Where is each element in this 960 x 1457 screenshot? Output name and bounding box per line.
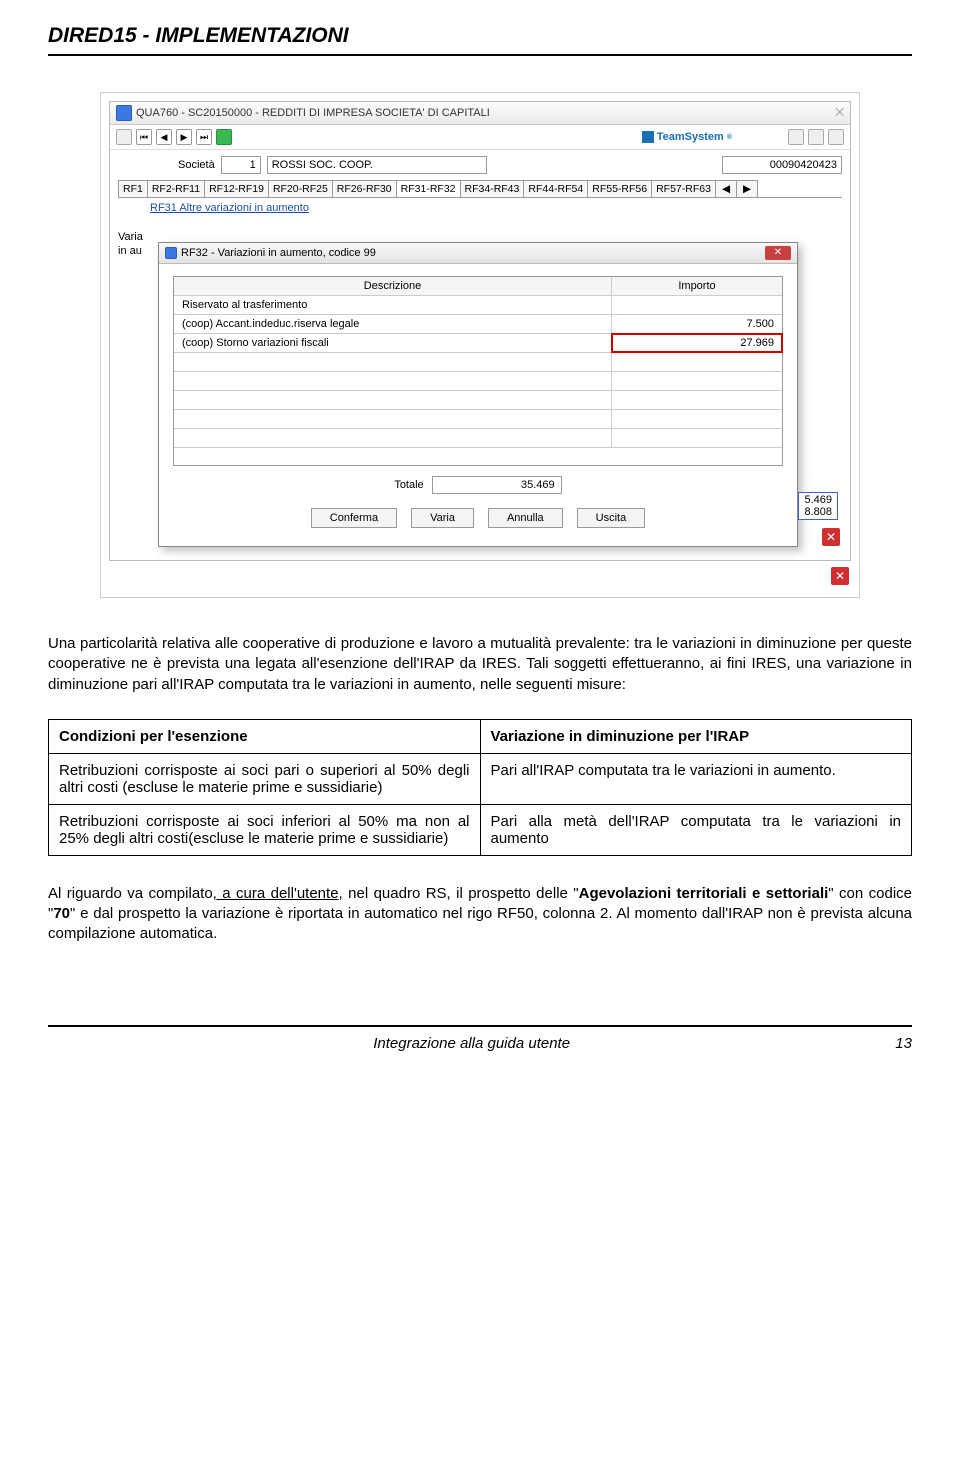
footer-right: 13	[895, 1035, 912, 1052]
page-title: DIRED15 - IMPLEMENTAZIONI	[48, 24, 912, 48]
tab-scroll-left[interactable]: ◀	[715, 180, 737, 197]
cell-desc-2: (coop) Storno variazioni fiscali	[174, 334, 612, 352]
conditions-table: Condizioni per l'esenzione Variazione in…	[48, 719, 912, 856]
tab-rf55-rf56[interactable]: RF55-RF56	[587, 180, 652, 197]
cell-r2c1: Retribuzioni corrisposte ai soci inferio…	[49, 804, 481, 855]
grid-row-1[interactable]: (coop) Accant.indeduc.riserva legale 7.5…	[174, 315, 782, 334]
help-icon[interactable]	[216, 129, 232, 145]
societa-fisc-field[interactable]	[722, 156, 842, 174]
dialog-titlebar: RF32 - Variazioni in aumento, codice 99 …	[159, 243, 797, 264]
rule-top	[48, 54, 912, 56]
societa-label: Società	[178, 159, 215, 171]
tab-scroll-right[interactable]: ▶	[736, 180, 758, 197]
tab-bar: RF1 RF2-RF11 RF12-RF19 RF20-RF25 RF26-RF…	[118, 180, 842, 198]
dialog-rf32: RF32 - Variazioni in aumento, codice 99 …	[158, 242, 798, 547]
inner-close-icon[interactable]: ✕	[822, 528, 840, 546]
societa-num-field[interactable]	[221, 156, 261, 174]
nav-last-icon[interactable]: ⏭	[196, 129, 212, 145]
tab-rf44-rf54[interactable]: RF44-RF54	[523, 180, 588, 197]
grid-header: Descrizione Importo	[174, 277, 782, 296]
dialog-icon	[165, 247, 177, 259]
grid-row-empty-4[interactable]	[174, 410, 782, 429]
main-body: Società RF1 RF2-RF11 RF12-RF19 RF20-RF25…	[110, 150, 850, 226]
toolbar-icon-r3[interactable]	[828, 129, 844, 145]
uscita-button[interactable]: Uscita	[577, 508, 646, 528]
dialog-button-row: Conferma Varia Annulla Uscita	[173, 508, 783, 528]
grid: Descrizione Importo Riservato al trasfer…	[173, 276, 783, 466]
tab-rf34-rf43[interactable]: RF34-RF43	[460, 180, 525, 197]
grid-row-empty-1[interactable]	[174, 353, 782, 372]
cell-val-1: 7.500	[612, 315, 782, 333]
tab-rf57-rf63[interactable]: RF57-RF63	[651, 180, 716, 197]
col-descrizione: Descrizione	[174, 277, 612, 295]
page-footer: Integrazione alla guida utente 13	[48, 1027, 912, 1070]
nav-prev-icon[interactable]: ◀	[156, 129, 172, 145]
toolbar-icon-r2[interactable]	[808, 129, 824, 145]
tab-rf26-rf30[interactable]: RF26-RF30	[332, 180, 397, 197]
screenshot-frame: QUA760 - SC20150000 - REDDITI DI IMPRESA…	[100, 92, 860, 598]
total-label: Totale	[394, 479, 423, 491]
subrow-rf31: RF31 Altre variazioni in aumento	[118, 198, 842, 216]
varia-button[interactable]: Varia	[411, 508, 474, 528]
main-title-text: QUA760 - SC20150000 - REDDITI DI IMPRESA…	[136, 107, 490, 119]
total-row: Totale	[173, 476, 783, 494]
grid-row-empty-5[interactable]	[174, 429, 782, 448]
col-importo: Importo	[612, 277, 782, 295]
grid-row-empty-2[interactable]	[174, 372, 782, 391]
societa-row: Società	[118, 156, 842, 174]
corner-values-box: 5.469 8.808	[798, 492, 838, 520]
toolbar-icon-1[interactable]	[116, 129, 132, 145]
cell-r1c2: Pari all'IRAP computata tra le variazion…	[480, 753, 912, 804]
tab-rf2-rf11[interactable]: RF2-RF11	[147, 180, 205, 197]
tab-rf20-rf25[interactable]: RF20-RF25	[268, 180, 333, 197]
main-toolbar: ⏮ ◀ ▶ ⏭ TeamSystem®	[110, 125, 850, 150]
grid-row-0[interactable]: Riservato al trasferimento	[174, 296, 782, 315]
tab-rf31-rf32[interactable]: RF31-RF32	[396, 180, 461, 197]
societa-name-field[interactable]	[267, 156, 487, 174]
total-field	[432, 476, 562, 494]
cell-r2c2: Pari alla metà dell'IRAP computata tra l…	[480, 804, 912, 855]
tab-rf1[interactable]: RF1	[118, 180, 148, 197]
grid-row-empty-3[interactable]	[174, 391, 782, 410]
app-icon	[116, 105, 132, 121]
dialog-title-text: RF32 - Variazioni in aumento, codice 99	[181, 247, 376, 259]
corner-val-2: 8.808	[800, 506, 836, 518]
dialog-body: Descrizione Importo Riservato al trasfer…	[159, 264, 797, 546]
cell-val-2-highlighted: 27.969	[612, 334, 782, 352]
conferma-button[interactable]: Conferma	[311, 508, 397, 528]
cell-desc-0: Riservato al trasferimento	[174, 296, 612, 314]
th-variazione: Variazione in diminuzione per l'IRAP	[480, 719, 912, 753]
main-titlebar: QUA760 - SC20150000 - REDDITI DI IMPRESA…	[110, 102, 850, 125]
cell-val-0	[612, 296, 782, 314]
paragraph-1: Una particolarità relativa alle cooperat…	[48, 634, 912, 695]
nav-next-icon[interactable]: ▶	[176, 129, 192, 145]
tab-rf12-rf19[interactable]: RF12-RF19	[204, 180, 269, 197]
th-condizioni: Condizioni per l'esenzione	[49, 719, 481, 753]
footer-center: Integrazione alla guida utente	[373, 1035, 570, 1052]
cell-desc-1: (coop) Accant.indeduc.riserva legale	[174, 315, 612, 333]
left-cutoff-labels: Varia in au	[118, 230, 143, 258]
close-icon[interactable]: ⨉	[835, 107, 844, 120]
cell-r1c1: Retribuzioni corrisposte ai soci pari o …	[49, 753, 481, 804]
nav-first-icon[interactable]: ⏮	[136, 129, 152, 145]
dialog-close-icon[interactable]: ✕	[765, 246, 791, 260]
main-window: QUA760 - SC20150000 - REDDITI DI IMPRESA…	[109, 101, 851, 561]
annulla-button[interactable]: Annulla	[488, 508, 563, 528]
grid-row-2[interactable]: (coop) Storno variazioni fiscali 27.969	[174, 334, 782, 353]
outer-close-icon[interactable]: ✕	[831, 567, 849, 585]
toolbar-icon-r1[interactable]	[788, 129, 804, 145]
corner-val-1: 5.469	[800, 494, 836, 506]
paragraph-2: Al riguardo va compilato, a cura dell'ut…	[48, 884, 912, 945]
teamsystem-logo: TeamSystem®	[642, 131, 732, 143]
